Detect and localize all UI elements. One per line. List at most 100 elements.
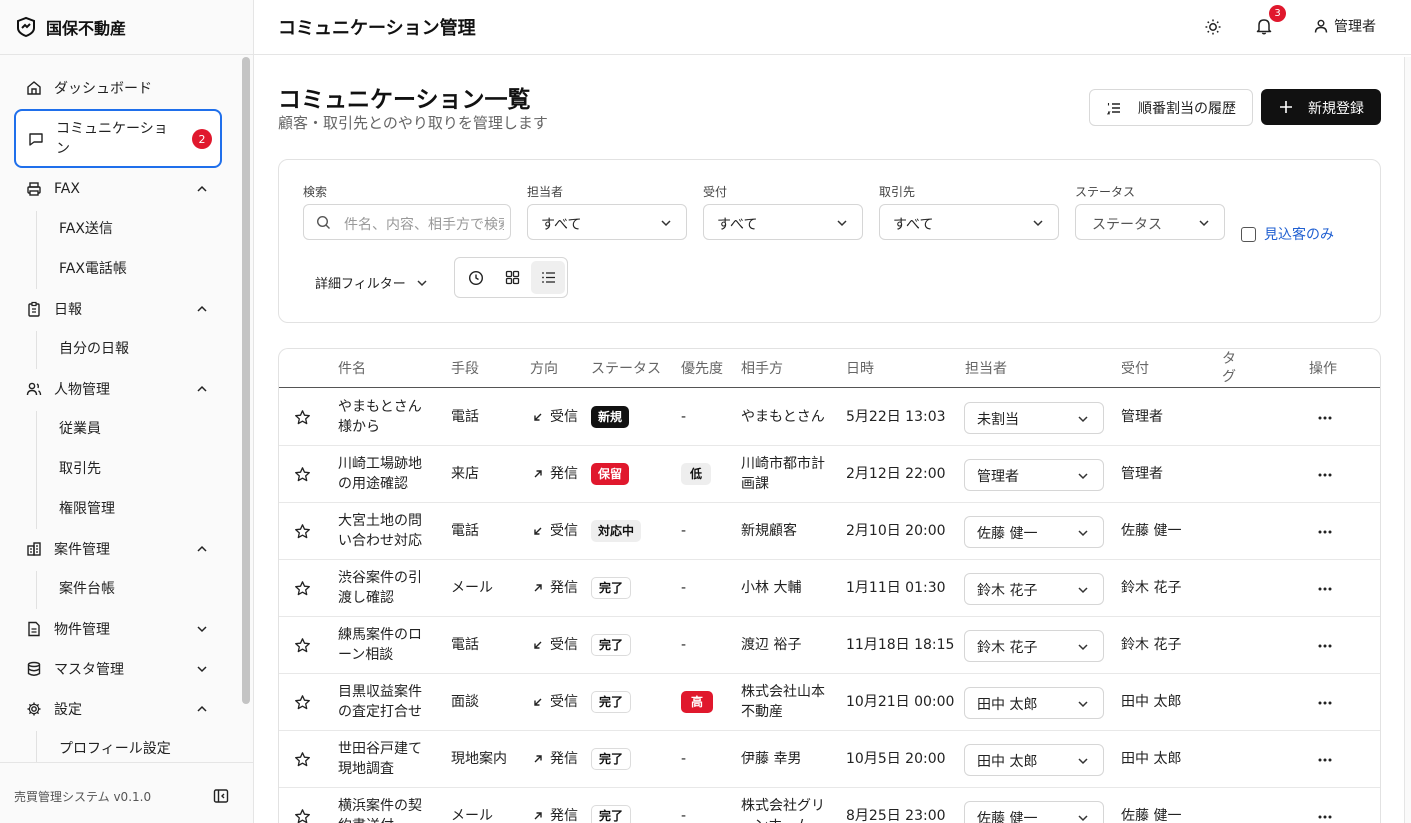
table-row[interactable]: 練馬案件のローン相談 電話 受信 完了 - 渡辺 裕子 11月18日 18:15 鈴木 花子 鈴…	[279, 617, 1380, 674]
star-icon[interactable]	[294, 637, 311, 654]
search-input[interactable]: 件名、内容、相手方で検索	[303, 204, 511, 240]
arrow-up-right-icon	[534, 812, 542, 820]
row-assignee-select[interactable]: 鈴木 花子	[964, 630, 1104, 662]
star-icon[interactable]	[294, 580, 311, 597]
star-icon[interactable]	[294, 409, 311, 426]
more-actions-icon[interactable]	[1317, 473, 1333, 477]
sidebar-item-dashboard[interactable]: ダッシュボード	[14, 68, 222, 108]
sidebar-item-daily-report[interactable]: 日報	[14, 289, 222, 329]
status-badge: 完了	[591, 805, 632, 823]
checkbox-box[interactable]	[1241, 226, 1256, 242]
more-actions-icon[interactable]	[1317, 815, 1333, 819]
timeline-view-button[interactable]	[459, 261, 493, 294]
more-actions-icon[interactable]	[1317, 530, 1333, 534]
row-method: 現地案内	[451, 751, 507, 767]
status-select[interactable]: ステータス	[1075, 204, 1225, 240]
row-subject[interactable]: 練馬案件のローン相談	[338, 625, 430, 665]
prospect-only-checkbox[interactable]: 見込客のみ	[1241, 224, 1334, 244]
table-row[interactable]: 世田谷戸建て現地調査 現地案内 発信 完了 - 伊藤 幸男 10月5日 20:00 田中 太郎…	[279, 731, 1380, 788]
row-assignee-select[interactable]: 管理者	[964, 459, 1104, 491]
more-actions-icon[interactable]	[1317, 587, 1333, 591]
sidebar-item-settings[interactable]: 設定	[14, 689, 222, 729]
sidebar-collapse-icon[interactable]	[213, 788, 229, 804]
more-actions-icon[interactable]	[1317, 416, 1333, 420]
star-icon[interactable]	[294, 808, 311, 823]
star-icon[interactable]	[294, 523, 311, 540]
priority-value: -	[681, 580, 687, 596]
theme-toggle-sun-icon[interactable]	[1204, 18, 1222, 36]
chevron-down-icon	[1033, 220, 1043, 227]
table-row[interactable]: 渋谷案件の引渡し確認 メール 発信 完了 - 小林 大輔 1月11日 01:30 鈴木 花子 鈴…	[279, 560, 1380, 617]
column-header-datetime[interactable]: 日時	[846, 360, 874, 378]
row-assignee-select[interactable]: 田中 太郎	[964, 744, 1104, 776]
more-actions-icon[interactable]	[1317, 701, 1333, 705]
row-subject[interactable]: やまもとさん様から	[338, 397, 430, 437]
sidebar-sub-case-ledger[interactable]: 案件台帳	[59, 579, 115, 599]
row-subject[interactable]: 大宮土地の問い合わせ対応	[338, 511, 430, 551]
sidebar-sub-permissions[interactable]: 権限管理	[59, 499, 115, 519]
sidebar-sub-employees[interactable]: 従業員	[59, 419, 101, 439]
row-counterpart: 渡辺 裕子	[741, 637, 802, 653]
star-icon[interactable]	[294, 466, 311, 483]
reception-select[interactable]: すべて	[703, 204, 863, 240]
database-icon	[27, 661, 41, 676]
sidebar-item-properties[interactable]: 物件管理	[14, 609, 222, 649]
row-subject[interactable]: 横浜案件の契約書送付	[338, 796, 430, 823]
sidebar-sub-my-report[interactable]: 自分の日報	[59, 339, 129, 359]
table-row[interactable]: 目黒収益案件の査定打合せ 面談 受信 完了 高 株式会社山本不動産 10月21日 00:00…	[279, 674, 1380, 731]
grid-view-button[interactable]	[495, 261, 529, 294]
column-header-subject[interactable]: 件名	[338, 360, 366, 378]
more-actions-icon[interactable]	[1317, 644, 1333, 648]
more-actions-icon[interactable]	[1317, 758, 1333, 762]
row-assignee-select[interactable]: 佐藤 健一	[964, 801, 1104, 823]
list-view-button[interactable]	[531, 261, 565, 294]
row-method: 面談	[451, 694, 479, 710]
table-row[interactable]: やまもとさん様から 電話 受信 新規 - やまもとさん 5月22日 13:03 未割当 管理者	[279, 389, 1380, 446]
sidebar-scrollbar[interactable]	[242, 57, 250, 704]
star-icon[interactable]	[294, 751, 311, 768]
top-header: コミュニケーション管理 3 管理者	[254, 0, 1411, 55]
star-icon[interactable]	[294, 694, 311, 711]
notification-bell-icon[interactable]	[1255, 17, 1273, 35]
assignee-select[interactable]: すべて	[527, 204, 687, 240]
sidebar-sub-fax-send[interactable]: FAX送信	[59, 219, 113, 239]
column-header-tags[interactable]: タグ	[1222, 350, 1238, 386]
sidebar-sub-partners[interactable]: 取引先	[59, 459, 101, 479]
sidebar-item-master[interactable]: マスタ管理	[14, 649, 222, 689]
assignment-history-button[interactable]: 順番割当の履歴	[1089, 89, 1253, 126]
column-header-status[interactable]: ステータス	[591, 360, 661, 378]
row-subject[interactable]: 目黒収益案件の査定打合せ	[338, 682, 430, 722]
main-scrollbar[interactable]	[1404, 57, 1411, 823]
row-assignee-select[interactable]: 田中 太郎	[964, 687, 1104, 719]
column-header-reception[interactable]: 受付	[1121, 360, 1149, 378]
row-assignee-select[interactable]: 佐藤 健一	[964, 516, 1104, 548]
row-subject[interactable]: 川崎工場跡地の用途確認	[338, 454, 430, 494]
row-datetime: 11月18日 18:15	[846, 637, 955, 653]
column-header-direction[interactable]: 方向	[530, 360, 558, 378]
row-subject[interactable]: 渋谷案件の引渡し確認	[338, 568, 430, 608]
advanced-filter-toggle[interactable]: 詳細フィルター	[315, 273, 428, 292]
row-direction: 発信	[532, 749, 578, 769]
sidebar-item-people[interactable]: 人物管理	[14, 369, 222, 409]
row-assignee-select[interactable]: 未割当	[964, 402, 1104, 434]
column-header-assignee[interactable]: 担当者	[965, 360, 1007, 378]
row-assignee-select[interactable]: 鈴木 花子	[964, 573, 1104, 605]
table-row[interactable]: 大宮土地の問い合わせ対応 電話 受信 対応中 - 新規顧客 2月10日 20:00 佐藤 健一…	[279, 503, 1380, 560]
row-reception: 田中 太郎	[1121, 694, 1182, 710]
row-subject[interactable]: 世田谷戸建て現地調査	[338, 739, 430, 779]
partner-select[interactable]: すべて	[879, 204, 1059, 240]
sidebar-item-communication[interactable]: コミュニケーション 2	[14, 109, 222, 168]
table-row[interactable]: 横浜案件の契約書送付 メール 発信完了 - 株式会社グリーンホーム 8月25日 23:00…	[279, 788, 1380, 823]
sidebar-item-cases[interactable]: 案件管理	[14, 529, 222, 569]
new-registration-button[interactable]: 新規登録	[1261, 89, 1381, 125]
sidebar-sub-fax-book[interactable]: FAX電話帳	[59, 259, 127, 279]
brand[interactable]: 国保不動産	[14, 14, 126, 40]
column-header-priority[interactable]: 優先度	[681, 360, 723, 378]
column-header-counterpart[interactable]: 相手方	[741, 360, 783, 378]
submenu-line	[36, 411, 37, 529]
sidebar-item-fax[interactable]: FAX	[14, 169, 222, 209]
user-menu[interactable]: 管理者	[1314, 16, 1376, 36]
table-row[interactable]: 川崎工場跡地の用途確認 来店 発信 保留 低 川崎市都市計画課 2月12日 22:00 管理者…	[279, 446, 1380, 503]
sidebar-sub-profile[interactable]: プロフィール設定	[59, 739, 171, 759]
column-header-method[interactable]: 手段	[451, 360, 479, 378]
